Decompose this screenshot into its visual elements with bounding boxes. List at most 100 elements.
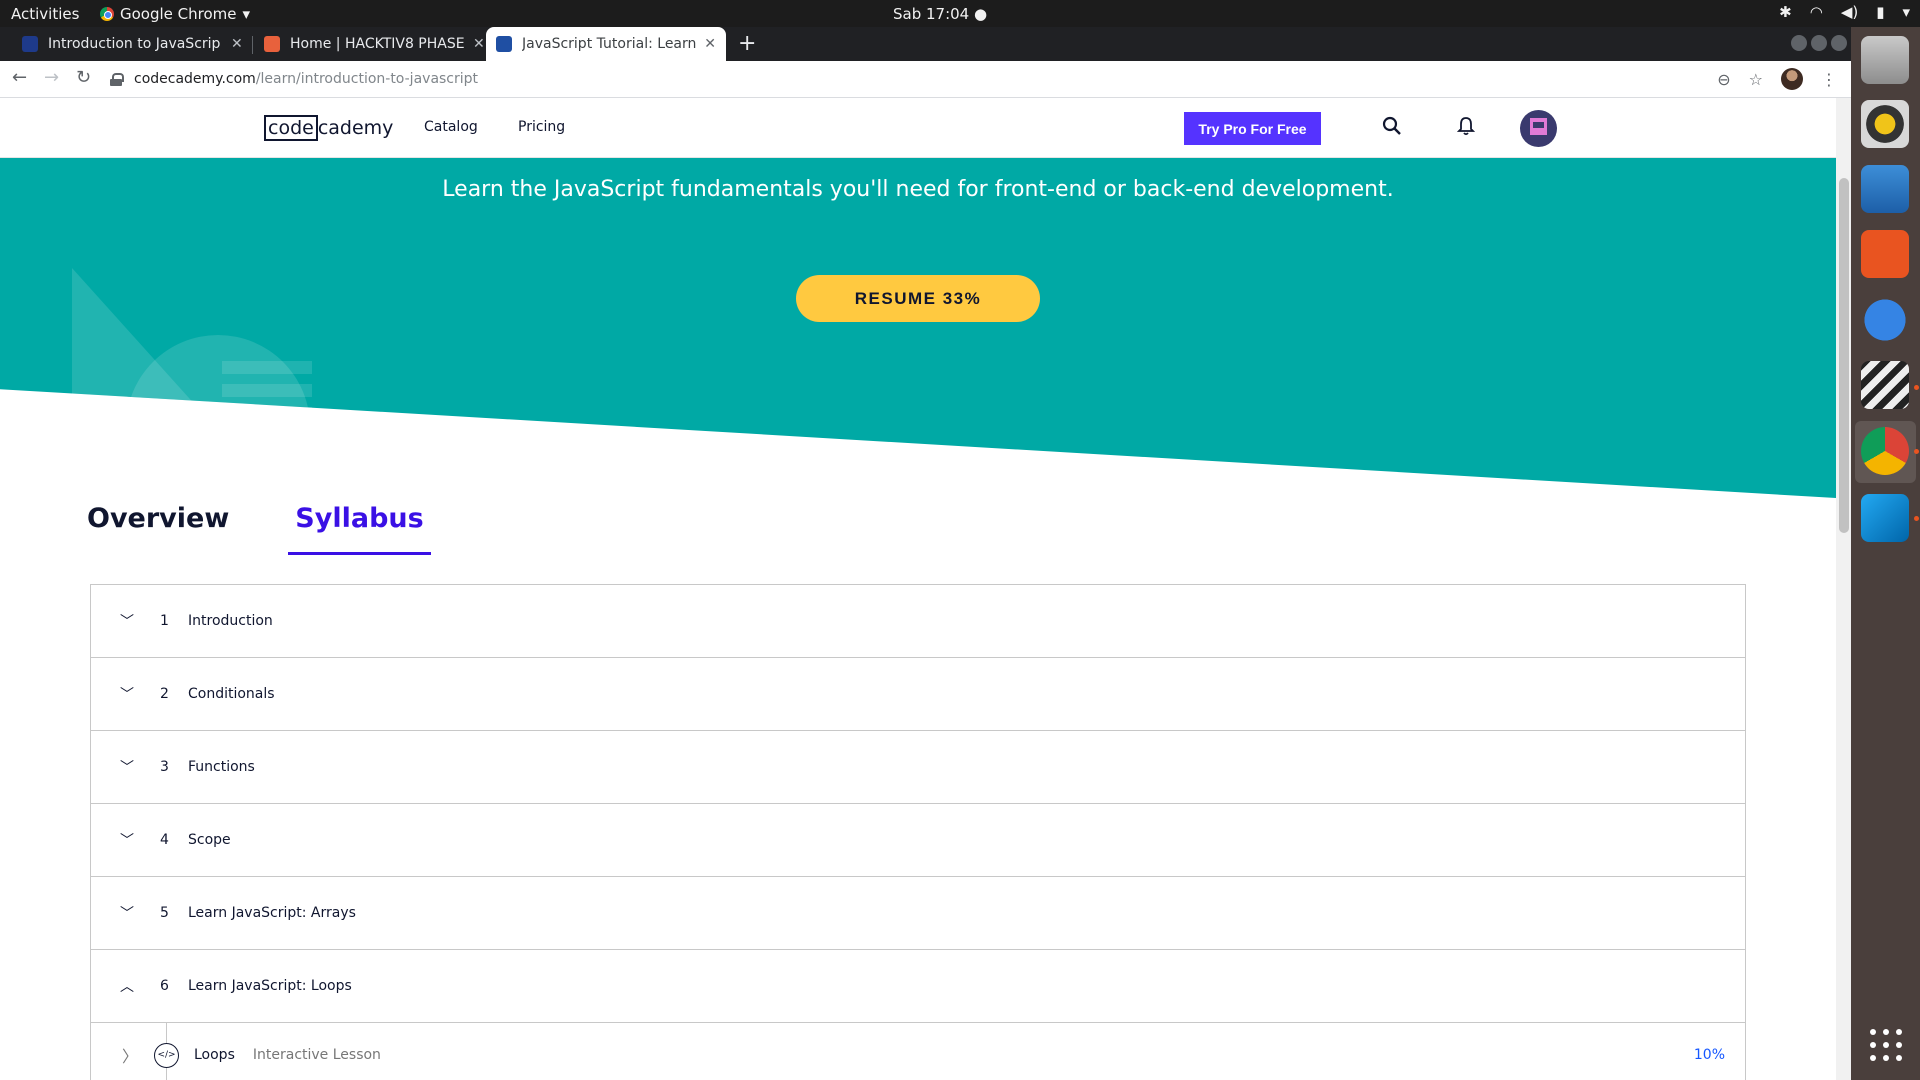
- module-name: Functions: [188, 759, 255, 775]
- chevron-down-icon: ﹀: [120, 687, 134, 703]
- rhythmbox-icon[interactable]: [1861, 100, 1909, 148]
- new-tab-button[interactable]: +: [738, 31, 756, 56]
- hero-decoration-line: [222, 384, 312, 397]
- files-icon[interactable]: [1861, 36, 1909, 84]
- syllabus-module-row[interactable]: ﹀ 4 Scope: [91, 804, 1745, 877]
- logo-code: code: [264, 115, 318, 141]
- resume-button[interactable]: RESUME 33%: [796, 275, 1040, 322]
- tab-favicon: [264, 36, 280, 52]
- tab-favicon: [496, 36, 512, 52]
- browser-tab-3-active[interactable]: JavaScript Tutorial: Learn ✕: [486, 27, 726, 61]
- image-viewer-icon[interactable]: [1861, 165, 1909, 213]
- maximize-button[interactable]: [1811, 35, 1827, 51]
- url-domain: codecademy.com: [134, 71, 256, 87]
- course-tabs: Overview Syllabus: [80, 503, 432, 555]
- user-avatar[interactable]: [1520, 110, 1557, 147]
- wifi-icon: ◠: [1809, 3, 1823, 21]
- running-indicator: [1914, 516, 1919, 521]
- help-icon[interactable]: [1861, 296, 1909, 344]
- close-icon[interactable]: ✕: [473, 36, 485, 52]
- ubuntu-dock: [1851, 27, 1920, 1080]
- profile-avatar[interactable]: [1781, 68, 1803, 90]
- logo-rest: cademy: [317, 117, 394, 139]
- software-center-icon[interactable]: [1861, 230, 1909, 278]
- system-menu-caret-icon[interactable]: ▾: [1902, 3, 1910, 21]
- running-indicator: [1914, 385, 1919, 390]
- module-number: 3: [160, 759, 169, 775]
- browser-tab-1[interactable]: Introduction to JavaScrip ✕: [12, 27, 253, 61]
- browser-tab-strip: Introduction to JavaScrip ✕ Home | HACKT…: [0, 27, 1851, 61]
- bell-icon[interactable]: [1456, 116, 1476, 140]
- forward-arrow-icon[interactable]: →: [44, 67, 59, 88]
- hero-decoration-line: [222, 361, 312, 374]
- toolbar-actions: ⊖ ☆ ⋮: [1717, 68, 1837, 90]
- module-number: 1: [160, 613, 169, 629]
- window-controls: [1791, 35, 1847, 51]
- nav-pricing[interactable]: Pricing: [518, 119, 565, 135]
- chrome-icon: [100, 7, 114, 21]
- page-viewport: code cademy Catalog Pricing Try Pro For F…: [0, 98, 1851, 1080]
- clock[interactable]: Sab 17:04 ●: [893, 5, 987, 23]
- chevron-up-icon: ︿: [120, 979, 134, 995]
- vscode-icon[interactable]: [1861, 494, 1909, 542]
- volume-icon: ◀): [1840, 3, 1859, 21]
- module-name: Learn JavaScript: Loops: [188, 978, 352, 994]
- browser-tab-2[interactable]: Home | HACKTIV8 PHASE ✕: [254, 27, 495, 61]
- module-number: 6: [160, 978, 169, 994]
- codecademy-logo[interactable]: code cademy: [264, 115, 393, 141]
- chevron-down-icon: ﹀: [120, 906, 134, 922]
- module-number: 5: [160, 905, 169, 921]
- syllabus-module-row-expanded[interactable]: ︿ 6 Learn JavaScript: Loops: [91, 950, 1745, 1023]
- lesson-row[interactable]: 〉 </> Loops Interactive Lesson 10%: [91, 1023, 1745, 1080]
- lesson-type: Interactive Lesson: [252, 1047, 381, 1063]
- chevron-right-icon[interactable]: 〉: [122, 1043, 138, 1067]
- app-menu[interactable]: Google Chrome ▾: [100, 5, 250, 23]
- scrollbar-thumb[interactable]: [1839, 178, 1849, 533]
- module-name: Introduction: [188, 613, 273, 629]
- tab-favicon: [22, 36, 38, 52]
- os-top-bar: Activities Google Chrome ▾ Sab 17:04 ● ✱…: [0, 0, 1920, 27]
- tab-syllabus[interactable]: Syllabus: [288, 503, 432, 555]
- syllabus-module-row[interactable]: ﹀ 2 Conditionals: [91, 658, 1745, 731]
- system-tray[interactable]: ✱ ◠ ◀) ▮ ▾: [1779, 3, 1910, 21]
- battery-icon: ▮: [1876, 3, 1885, 21]
- search-icon[interactable]: [1382, 116, 1402, 140]
- lesson-progress: 10%: [1693, 1047, 1725, 1063]
- bookmark-star-icon[interactable]: ☆: [1749, 70, 1763, 89]
- zoom-icon[interactable]: ⊖: [1717, 70, 1730, 89]
- minimize-button[interactable]: [1791, 35, 1807, 51]
- syllabus-module-row[interactable]: ﹀ 1 Introduction: [91, 585, 1745, 658]
- reload-icon[interactable]: ↻: [76, 67, 91, 88]
- hero-banner: Learn the JavaScript fundamentals you'll…: [0, 158, 1836, 498]
- tab-title: Introduction to JavaScrip: [48, 36, 221, 52]
- lock-icon: [110, 72, 124, 86]
- app-name: Google Chrome: [120, 5, 237, 23]
- video-editor-icon[interactable]: [1861, 361, 1909, 409]
- syllabus-module-row[interactable]: ﹀ 3 Functions: [91, 731, 1745, 804]
- lesson-name[interactable]: Loops: [194, 1047, 235, 1063]
- kebab-menu-icon[interactable]: ⋮: [1821, 70, 1837, 89]
- tab-overview[interactable]: Overview: [80, 503, 236, 555]
- module-number: 4: [160, 832, 169, 848]
- activities-button[interactable]: Activities: [11, 5, 79, 23]
- back-arrow-icon[interactable]: ←: [12, 67, 27, 88]
- address-bar[interactable]: codecademy.com/learn/introduction-to-jav…: [110, 64, 1790, 94]
- slack-icon[interactable]: ✱: [1779, 3, 1792, 21]
- chevron-down-icon: ﹀: [120, 833, 134, 849]
- show-applications-icon[interactable]: [1870, 1029, 1902, 1061]
- chevron-down-icon: ﹀: [120, 760, 134, 776]
- chrome-icon[interactable]: [1861, 427, 1909, 475]
- close-icon[interactable]: ✕: [231, 36, 243, 52]
- try-pro-button[interactable]: Try Pro For Free: [1184, 112, 1321, 145]
- hero-decoration-line: [222, 407, 312, 420]
- module-name: Scope: [188, 832, 231, 848]
- hero-subtitle: Learn the JavaScript fundamentals you'll…: [442, 177, 1394, 202]
- page-scrollbar[interactable]: [1836, 98, 1851, 1080]
- chevron-down-icon: ﹀: [120, 614, 134, 630]
- browser-toolbar: ← → ↻ codecademy.com/learn/introduction-…: [0, 61, 1851, 98]
- running-indicator: [1914, 449, 1919, 454]
- close-icon[interactable]: ✕: [704, 36, 716, 52]
- nav-catalog[interactable]: Catalog: [424, 119, 478, 135]
- close-window-button[interactable]: [1831, 35, 1847, 51]
- syllabus-module-row[interactable]: ﹀ 5 Learn JavaScript: Arrays: [91, 877, 1745, 950]
